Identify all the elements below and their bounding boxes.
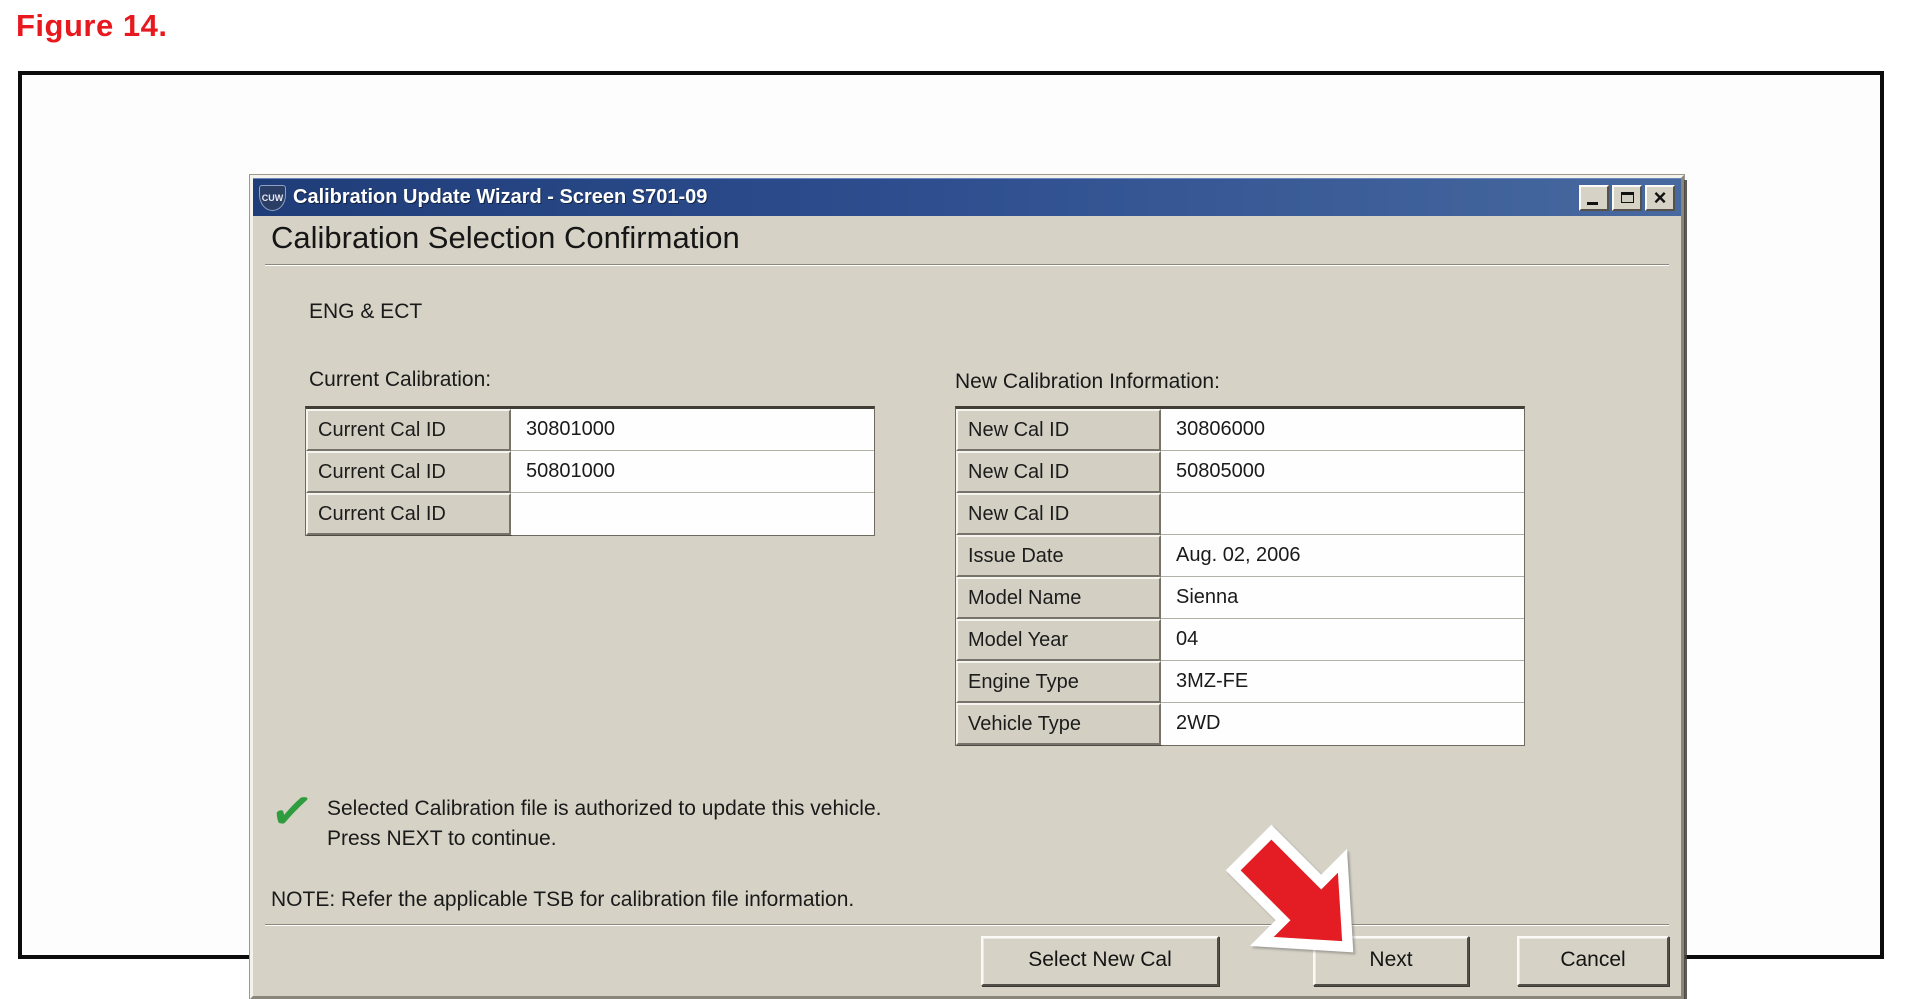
row-label: New Cal ID [956, 451, 1161, 493]
minimize-icon [1587, 202, 1598, 205]
cuw-shield-icon: CUW [259, 185, 286, 211]
minimize-button[interactable] [1579, 185, 1609, 211]
figure-border-box: CUW Calibration Update Wizard - Screen S… [18, 71, 1884, 959]
row-label: Engine Type [956, 661, 1161, 703]
row-value [1161, 493, 1524, 535]
table-row: New Cal ID 30806000 [956, 409, 1524, 451]
new-calibration-table: New Cal ID 30806000 New Cal ID 50805000 … [955, 406, 1525, 746]
row-value: 04 [1161, 619, 1524, 661]
table-row: New Cal ID [956, 493, 1524, 535]
row-label: Model Year [956, 619, 1161, 661]
cancel-button[interactable]: Cancel [1517, 936, 1669, 986]
row-label: Vehicle Type [956, 703, 1161, 745]
table-row: Issue Date Aug. 02, 2006 [956, 535, 1524, 577]
table-row: Model Name Sienna [956, 577, 1524, 619]
table-row: Current Cal ID 30801000 [306, 409, 874, 451]
row-value: Sienna [1161, 577, 1524, 619]
row-value: 30801000 [511, 409, 874, 451]
table-row: New Cal ID 50805000 [956, 451, 1524, 493]
maximize-icon [1621, 192, 1634, 203]
row-label: Current Cal ID [306, 451, 511, 493]
close-icon: × [1654, 188, 1667, 208]
figure-caption: Figure 14. [16, 8, 167, 44]
table-row: Current Cal ID [306, 493, 874, 535]
current-calibration-table: Current Cal ID 30801000 Current Cal ID 5… [305, 406, 875, 536]
calibration-wizard-window: CUW Calibration Update Wizard - Screen S… [250, 175, 1684, 999]
status-line-2: Press NEXT to continue. [327, 824, 882, 854]
row-value: 50805000 [1161, 451, 1524, 493]
status-message: Selected Calibration file is authorized … [327, 786, 882, 854]
table-row: Engine Type 3MZ-FE [956, 661, 1524, 703]
row-label: New Cal ID [956, 493, 1161, 535]
row-label: Current Cal ID [306, 409, 511, 451]
maximize-button[interactable] [1612, 185, 1642, 211]
cuw-icon-text: CUW [262, 193, 284, 203]
row-label: Issue Date [956, 535, 1161, 577]
table-row: Current Cal ID 50801000 [306, 451, 874, 493]
footer-divider [265, 924, 1669, 926]
window-controls: × [1579, 185, 1675, 211]
row-value: Aug. 02, 2006 [1161, 535, 1524, 577]
table-row: Model Year 04 [956, 619, 1524, 661]
close-button[interactable]: × [1645, 185, 1675, 211]
new-calibration-caption: New Calibration Information: [955, 370, 1220, 394]
window-titlebar[interactable]: CUW Calibration Update Wizard - Screen S… [253, 178, 1681, 216]
tsb-note: NOTE: Refer the applicable TSB for calib… [271, 888, 854, 912]
current-calibration-caption: Current Calibration: [309, 368, 491, 392]
next-button[interactable]: Next [1313, 936, 1469, 986]
row-value: 30806000 [1161, 409, 1524, 451]
status-line-1: Selected Calibration file is authorized … [327, 794, 882, 824]
authorization-status: ✓ Selected Calibration file is authorize… [269, 786, 882, 854]
section-label-eng-ect: ENG & ECT [309, 300, 422, 324]
page-title: Calibration Selection Confirmation [271, 220, 740, 256]
window-title: Calibration Update Wizard - Screen S701-… [293, 186, 1579, 209]
table-row: Vehicle Type 2WD [956, 703, 1524, 745]
select-new-cal-button[interactable]: Select New Cal [981, 936, 1219, 986]
green-check-icon: ✓ [265, 782, 332, 857]
row-value: 3MZ-FE [1161, 661, 1524, 703]
row-label: Current Cal ID [306, 493, 511, 535]
row-value: 50801000 [511, 451, 874, 493]
row-value [511, 493, 874, 535]
row-label: Model Name [956, 577, 1161, 619]
row-value: 2WD [1161, 703, 1524, 745]
heading-divider [265, 264, 1669, 266]
row-label: New Cal ID [956, 409, 1161, 451]
